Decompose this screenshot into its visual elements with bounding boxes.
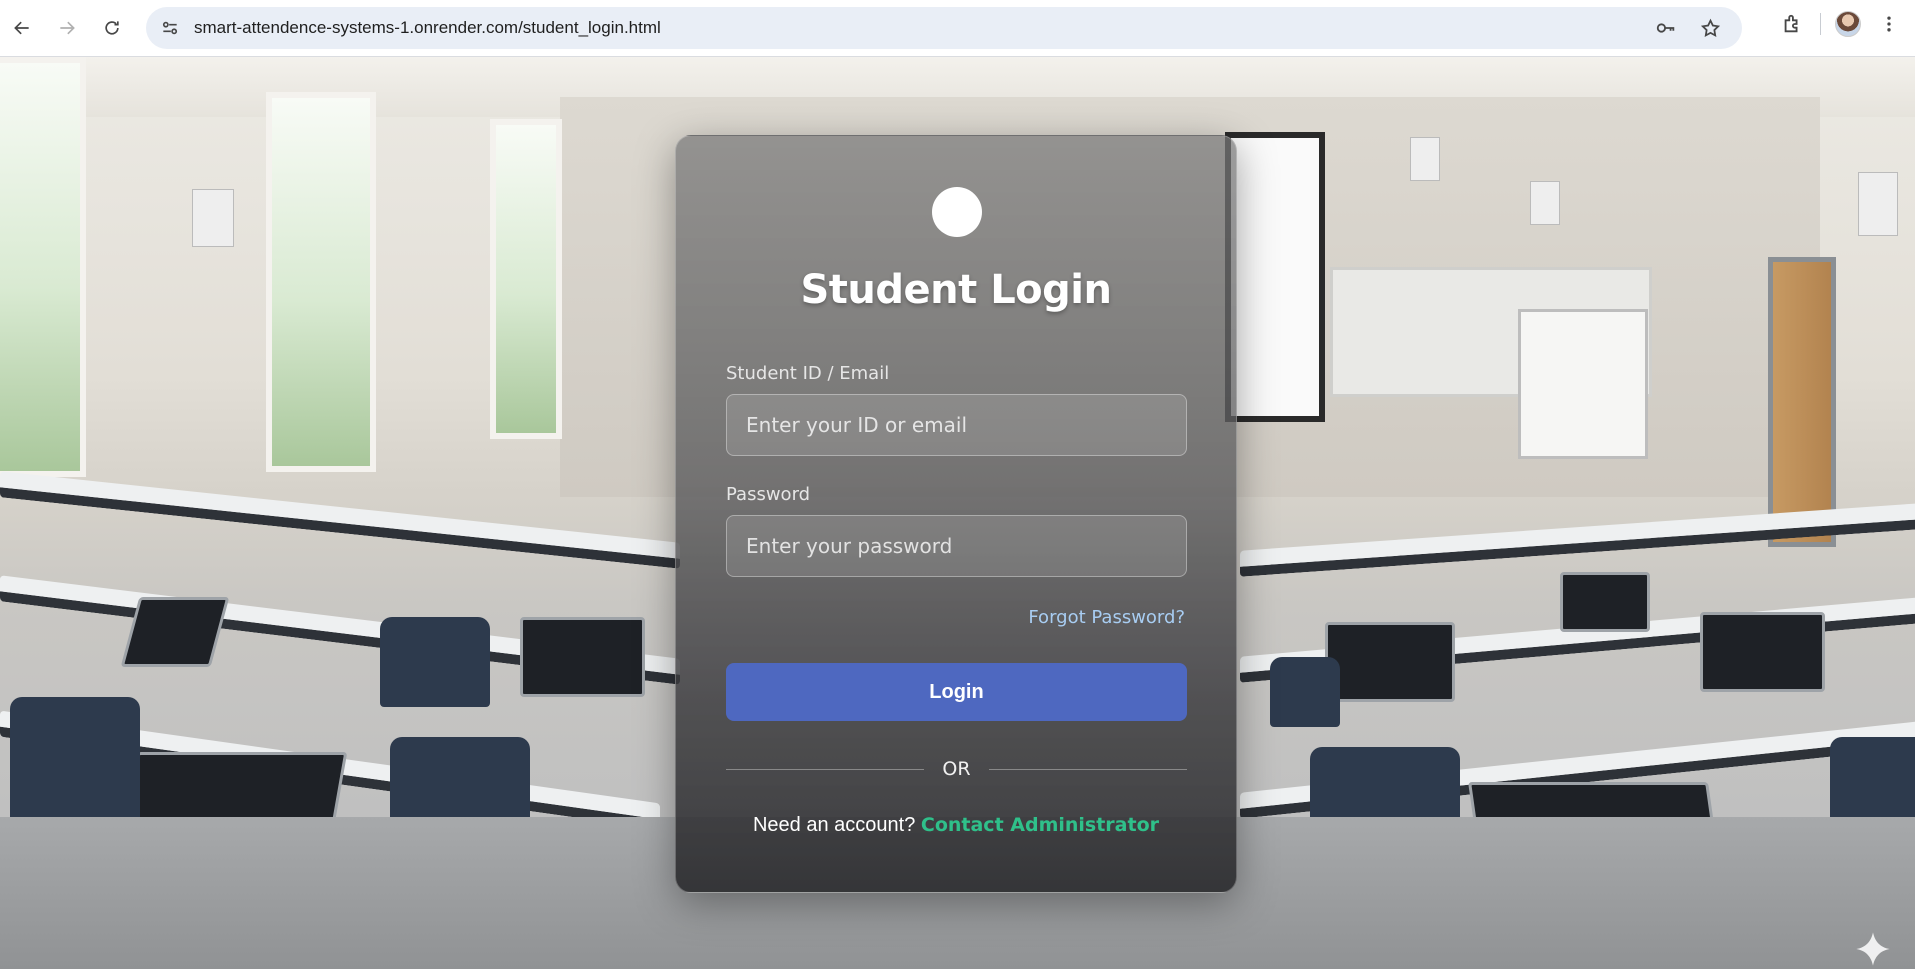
tablet (1560, 572, 1650, 632)
logo-circle (932, 187, 982, 237)
divider-line (988, 768, 1188, 770)
speaker (1410, 137, 1440, 181)
tablet (1325, 622, 1455, 702)
tablet (1700, 612, 1825, 692)
kebab-menu-icon[interactable] (1875, 10, 1903, 38)
contact-administrator-link[interactable]: Contact Administrator (921, 814, 1159, 836)
login-button[interactable]: Login (726, 663, 1187, 721)
tablet (520, 617, 645, 697)
account-prompt: Need an account? (752, 814, 916, 836)
divider-line (726, 768, 925, 770)
tablet (120, 597, 230, 667)
projector-screen (1225, 132, 1325, 422)
door (1768, 257, 1836, 547)
browser-toolbar: smart-attendence-systems-1.onrender.com/… (0, 0, 1915, 57)
page-background: Student Login Student ID / Email Passwor… (0, 57, 1915, 969)
speaker (1530, 181, 1560, 225)
student-id-label: Student ID / Email (726, 363, 890, 384)
toolbar-separator (1820, 13, 1821, 35)
page-title: Student Login (800, 267, 1112, 313)
url-text[interactable]: smart-attendence-systems-1.onrender.com/… (194, 18, 661, 38)
window (490, 119, 562, 439)
account-prompt-row: Need an account? Contact Administrator (676, 814, 1236, 837)
chair (1270, 657, 1340, 727)
reload-icon[interactable] (94, 10, 130, 46)
back-arrow-icon[interactable] (4, 10, 40, 46)
password-input[interactable] (726, 515, 1187, 577)
chair (380, 617, 490, 707)
speaker (1858, 172, 1898, 236)
site-info-icon[interactable] (156, 14, 184, 42)
speaker (192, 189, 234, 247)
login-card: Student Login Student ID / Email Passwor… (675, 135, 1237, 893)
window (0, 57, 86, 477)
or-text: OR (942, 758, 971, 780)
avatar[interactable] (1835, 11, 1861, 37)
or-divider: OR (726, 756, 1188, 782)
sparkle-icon (1856, 932, 1890, 966)
forgot-password-link[interactable]: Forgot Password? (1028, 607, 1185, 628)
flipchart (1518, 309, 1648, 459)
student-id-input[interactable] (726, 394, 1187, 456)
window (266, 92, 376, 472)
forward-arrow-icon[interactable] (49, 10, 85, 46)
star-icon[interactable] (1696, 14, 1724, 42)
extensions-icon[interactable] (1778, 10, 1806, 38)
password-label: Password (726, 484, 811, 505)
address-bar[interactable]: smart-attendence-systems-1.onrender.com/… (146, 7, 1742, 49)
key-icon[interactable] (1652, 14, 1680, 42)
